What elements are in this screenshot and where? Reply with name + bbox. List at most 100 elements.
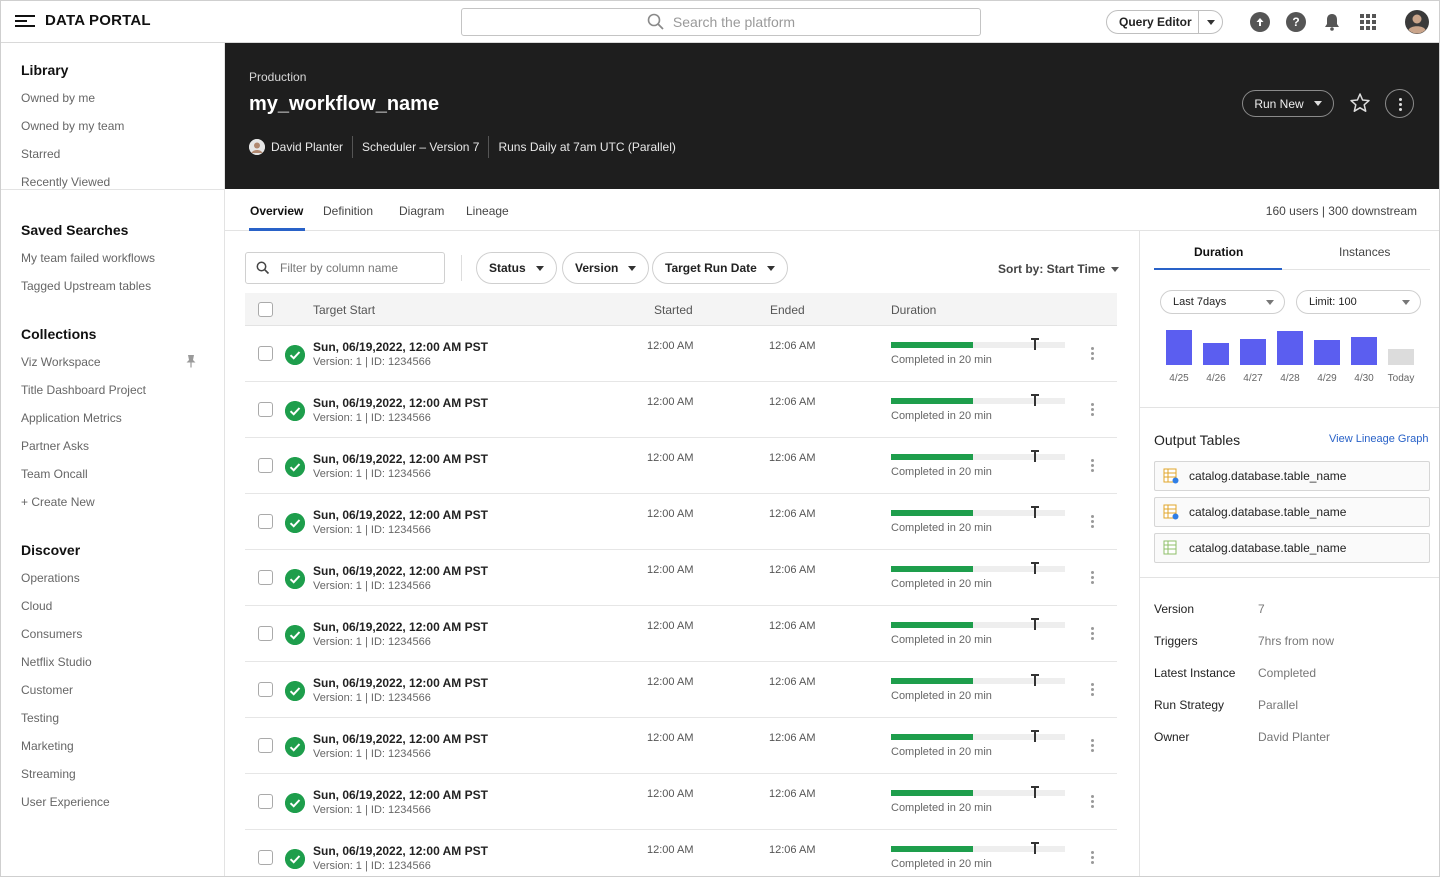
sidebar-item-team-oncall[interactable]: Team Oncall bbox=[21, 467, 88, 481]
row-checkbox[interactable] bbox=[258, 402, 273, 417]
table-row[interactable]: Sun, 06/19,2022, 12:00 AM PST Version: 1… bbox=[245, 326, 1117, 382]
detail-owner-value[interactable]: David Planter bbox=[1258, 730, 1330, 744]
sidebar-item-cloud[interactable]: Cloud bbox=[21, 599, 52, 613]
column-filter-input[interactable]: Filter by column name bbox=[245, 252, 445, 284]
row-checkbox[interactable] bbox=[258, 738, 273, 753]
help-icon[interactable]: ? bbox=[1286, 12, 1306, 32]
sidebar-item-user-experience[interactable]: User Experience bbox=[21, 795, 110, 809]
sidebar-item-owned-by-my-team[interactable]: Owned by my team bbox=[21, 119, 124, 133]
duration-chart-bar[interactable] bbox=[1277, 331, 1303, 365]
row-more-icon[interactable] bbox=[1091, 850, 1095, 866]
row-more-icon[interactable] bbox=[1091, 514, 1095, 530]
sidebar-item-application-metrics[interactable]: Application Metrics bbox=[21, 411, 122, 425]
output-table-item[interactable]: catalog.database.table_name bbox=[1154, 461, 1430, 491]
sidebar-item-viz-workspace[interactable]: Viz Workspace bbox=[21, 355, 101, 369]
row-checkbox[interactable] bbox=[258, 570, 273, 585]
column-duration[interactable]: Duration bbox=[891, 303, 936, 317]
table-row[interactable]: Sun, 06/19,2022, 12:00 AM PST Version: 1… bbox=[245, 718, 1117, 774]
target-run-date-dropdown[interactable]: Target Run Date bbox=[652, 252, 788, 284]
table-row[interactable]: Sun, 06/19,2022, 12:00 AM PST Version: 1… bbox=[245, 830, 1117, 876]
duration-chart-bar[interactable] bbox=[1203, 343, 1229, 365]
star-icon[interactable] bbox=[1349, 92, 1371, 114]
row-checkbox[interactable] bbox=[258, 850, 273, 865]
pin-icon[interactable] bbox=[185, 354, 197, 368]
sidebar-item-marketing[interactable]: Marketing bbox=[21, 739, 74, 753]
duration-chart-bar[interactable] bbox=[1388, 349, 1414, 365]
sidebar-item-streaming[interactable]: Streaming bbox=[21, 767, 76, 781]
owner-name[interactable]: David Planter bbox=[271, 140, 343, 154]
hamburger-menu-icon[interactable] bbox=[15, 14, 35, 28]
sidebar-item-team-failed-workflows[interactable]: My team failed workflows bbox=[21, 251, 155, 265]
table-row[interactable]: Sun, 06/19,2022, 12:00 AM PST Version: 1… bbox=[245, 606, 1117, 662]
duration-chart-bar[interactable] bbox=[1351, 337, 1377, 365]
table-row[interactable]: Sun, 06/19,2022, 12:00 AM PST Version: 1… bbox=[245, 382, 1117, 438]
row-checkbox[interactable] bbox=[258, 458, 273, 473]
column-ended[interactable]: Ended bbox=[770, 303, 805, 317]
row-duration-label: Completed in 20 min bbox=[891, 746, 992, 758]
tab-lineage[interactable]: Lineage bbox=[466, 204, 509, 218]
duration-chart-bar[interactable] bbox=[1240, 339, 1266, 365]
sidebar-item-title-dashboard-project[interactable]: Title Dashboard Project bbox=[21, 383, 146, 397]
table-row[interactable]: Sun, 06/19,2022, 12:00 AM PST Version: 1… bbox=[245, 494, 1117, 550]
row-more-icon[interactable] bbox=[1091, 570, 1095, 586]
search-icon bbox=[256, 261, 270, 275]
table-row[interactable]: Sun, 06/19,2022, 12:00 AM PST Version: 1… bbox=[245, 774, 1117, 830]
tab-diagram[interactable]: Diagram bbox=[399, 204, 444, 218]
table-row[interactable]: Sun, 06/19,2022, 12:00 AM PST Version: 1… bbox=[245, 550, 1117, 606]
row-more-icon[interactable] bbox=[1091, 682, 1095, 698]
output-table-item[interactable]: catalog.database.table_name bbox=[1154, 497, 1430, 527]
sidebar-item-recently-viewed[interactable]: Recently Viewed bbox=[21, 175, 110, 189]
notifications-bell-icon[interactable] bbox=[1322, 12, 1342, 32]
sidebar-create-new-link[interactable]: + Create New bbox=[21, 495, 95, 509]
row-checkbox[interactable] bbox=[258, 346, 273, 361]
row-checkbox[interactable] bbox=[258, 514, 273, 529]
row-checkbox[interactable] bbox=[258, 794, 273, 809]
row-more-icon[interactable] bbox=[1091, 794, 1095, 810]
query-editor-dropdown[interactable] bbox=[1199, 19, 1222, 25]
duration-chart-bar[interactable] bbox=[1314, 340, 1340, 365]
more-options-button[interactable] bbox=[1385, 89, 1414, 118]
output-table-item[interactable]: catalog.database.table_name bbox=[1154, 533, 1430, 563]
sidebar-item-starred[interactable]: Starred bbox=[21, 147, 60, 161]
table-row[interactable]: Sun, 06/19,2022, 12:00 AM PST Version: 1… bbox=[245, 438, 1117, 494]
sidebar-item-operations[interactable]: Operations bbox=[21, 571, 80, 585]
query-editor-button[interactable]: Query Editor bbox=[1106, 10, 1223, 34]
select-all-checkbox[interactable] bbox=[258, 302, 273, 317]
view-lineage-graph-link[interactable]: View Lineage Graph bbox=[1329, 433, 1428, 445]
row-more-icon[interactable] bbox=[1091, 626, 1095, 642]
row-checkbox[interactable] bbox=[258, 626, 273, 641]
user-avatar[interactable] bbox=[1405, 10, 1429, 34]
sidebar-item-owned-by-me[interactable]: Owned by me bbox=[21, 91, 95, 105]
row-more-icon[interactable] bbox=[1091, 738, 1095, 754]
sidebar-item-testing[interactable]: Testing bbox=[21, 711, 59, 725]
sort-dropdown[interactable]: Sort by: Start Time bbox=[998, 262, 1120, 276]
run-new-button[interactable]: Run New bbox=[1242, 90, 1334, 117]
sidebar-item-partner-asks[interactable]: Partner Asks bbox=[21, 439, 89, 453]
status-filter-dropdown[interactable]: Status bbox=[476, 252, 557, 284]
version-filter-dropdown[interactable]: Version bbox=[562, 252, 650, 284]
row-more-icon[interactable] bbox=[1091, 346, 1095, 362]
row-started: 12:00 AM bbox=[647, 732, 694, 744]
row-ended: 12:06 AM bbox=[769, 564, 816, 576]
row-checkbox[interactable] bbox=[258, 682, 273, 697]
duration-bar-fill bbox=[891, 454, 973, 460]
sidebar-item-tagged-upstream-tables[interactable]: Tagged Upstream tables bbox=[21, 279, 151, 293]
date-range-dropdown[interactable]: Last 7days bbox=[1160, 290, 1285, 314]
column-started[interactable]: Started bbox=[654, 303, 693, 317]
tab-overview[interactable]: Overview bbox=[250, 204, 303, 218]
sidebar-item-consumers[interactable]: Consumers bbox=[21, 627, 82, 641]
sidebar-item-customer[interactable]: Customer bbox=[21, 683, 73, 697]
tab-definition[interactable]: Definition bbox=[323, 204, 373, 218]
limit-dropdown[interactable]: Limit: 100 bbox=[1296, 290, 1421, 314]
duration-chart-bar[interactable] bbox=[1166, 330, 1192, 365]
global-search-input[interactable]: Search the platform bbox=[461, 8, 981, 36]
tab-duration[interactable]: Duration bbox=[1194, 245, 1243, 259]
apps-grid-icon[interactable] bbox=[1358, 12, 1378, 32]
row-more-icon[interactable] bbox=[1091, 458, 1095, 474]
sidebar-item-netflix-studio[interactable]: Netflix Studio bbox=[21, 655, 92, 669]
upload-icon[interactable] bbox=[1250, 12, 1270, 32]
row-more-icon[interactable] bbox=[1091, 402, 1095, 418]
tab-instances[interactable]: Instances bbox=[1339, 245, 1390, 259]
table-row[interactable]: Sun, 06/19,2022, 12:00 AM PST Version: 1… bbox=[245, 662, 1117, 718]
column-target-start[interactable]: Target Start bbox=[313, 303, 375, 317]
